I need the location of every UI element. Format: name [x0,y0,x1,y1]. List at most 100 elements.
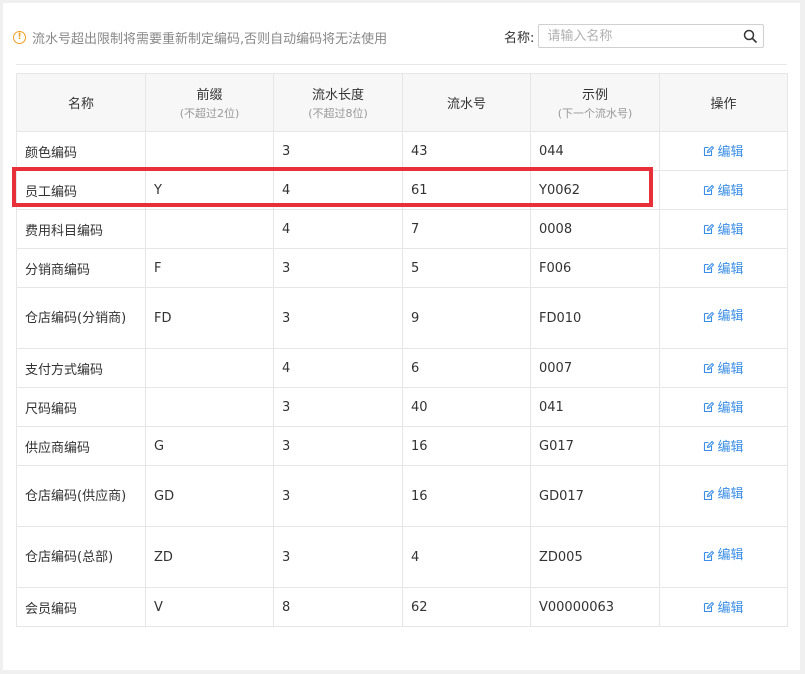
cell-example: ZD005 [530,526,660,588]
edit-label: 编辑 [717,487,744,503]
cell-name: 会员编码 [16,587,146,627]
cell-action: 编辑 [659,426,788,466]
edit-button[interactable]: 编辑 [703,219,744,238]
cell-name: 颜色编码 [16,131,146,171]
edit-button[interactable]: 编辑 [703,141,744,161]
cell-serial: 61 [402,170,531,210]
table-row: 尺码编码 3 40 041 编辑 [16,387,788,427]
cell-serial: 16 [402,465,531,527]
cell-serial: 6 [402,348,531,388]
cell-example: G017 [530,426,660,466]
cell-action: 编辑 [659,170,788,210]
cell-name: 分销商编码 [16,248,146,288]
cell-serial: 40 [402,387,531,427]
cell-prefix: V [145,587,274,627]
search-icon[interactable] [737,25,763,47]
cell-prefix [145,131,274,171]
edit-icon [703,440,715,452]
cell-serial: 5 [402,248,531,288]
search-box [538,24,765,48]
cell-serial: 7 [402,209,531,249]
cell-length: 3 [273,465,403,527]
edit-icon [703,489,715,501]
cell-example: 041 [530,387,660,427]
cell-length: 3 [273,287,403,349]
cell-action: 编辑 [659,587,788,627]
cell-prefix: F [145,248,274,288]
edit-icon [703,262,715,274]
header-name: 名称 [16,73,146,132]
edit-icon [703,311,715,323]
cell-name: 供应商编码 [16,426,146,466]
header-prefix-note: (不超过2位) [179,107,240,120]
cell-example: F006 [530,248,660,288]
edit-label: 编辑 [717,184,744,200]
edit-button[interactable]: 编辑 [703,258,744,278]
edit-button[interactable]: 编辑 [703,397,744,417]
table-row: 支付方式编码 4 6 0007 编辑 [16,348,788,388]
code-rules-table: 名称 前缀 (不超过2位) 流水长度 (不超过8位) 流水号 示例 (下一个流水… [16,73,788,627]
edit-label: 编辑 [717,309,744,325]
cell-length: 4 [273,209,403,249]
cell-prefix [145,387,274,427]
header-prefix: 前缀 (不超过2位) [145,73,274,132]
edit-icon [703,601,715,613]
cell-name: 费用科目编码 [16,209,146,249]
name-search: 名称: [504,24,765,48]
cell-action: 编辑 [659,348,788,388]
cell-name: 仓店编码(总部) [16,526,146,588]
cell-prefix [145,348,274,388]
cell-name: 仓店编码(分销商) [16,287,146,349]
edit-label: 编辑 [717,262,744,278]
edit-button[interactable]: 编辑 [703,358,744,378]
edit-label: 编辑 [717,145,744,161]
warning-circle-icon: ! [13,30,26,44]
cell-prefix [145,209,274,249]
table-row: 费用科目编码 4 7 0008 编辑 [16,209,788,249]
cell-length: 3 [273,248,403,288]
edit-label: 编辑 [717,548,744,564]
cell-example: FD010 [530,287,660,349]
cell-example: 0007 [530,348,660,388]
cell-name: 尺码编码 [16,387,146,427]
cell-action: 编辑 [659,287,788,349]
edit-button[interactable]: 编辑 [703,180,744,200]
table-row: 分销商编码 F 3 5 F006 编辑 [16,248,788,288]
table-header-row: 名称 前缀 (不超过2位) 流水长度 (不超过8位) 流水号 示例 (下一个流水… [16,73,788,132]
table-row: 仓店编码(分销商) FD 3 9 FD010 编辑 [16,287,788,349]
cell-name: 仓店编码(供应商) [16,465,146,527]
cell-serial: 4 [402,526,531,588]
edit-label: 编辑 [717,601,744,617]
edit-button[interactable]: 编辑 [703,597,744,617]
header-divider [16,64,787,65]
edit-button[interactable]: 编辑 [703,306,744,327]
cell-length: 4 [273,170,403,210]
cell-serial: 43 [402,131,531,171]
cell-prefix: FD [145,287,274,349]
header-example-note: (下一个流水号) [557,107,633,120]
cell-prefix: ZD [145,526,274,588]
cell-action: 编辑 [659,131,788,171]
edit-icon [703,145,715,157]
table-row: 仓店编码(总部) ZD 3 4 ZD005 编辑 [16,526,788,588]
edit-button[interactable]: 编辑 [703,436,744,455]
cell-length: 3 [273,526,403,588]
search-label: 名称: [504,30,535,46]
edit-button[interactable]: 编辑 [703,545,744,566]
cell-example: V00000063 [530,587,660,627]
header-length-note: (不超过8位) [308,107,368,120]
search-input[interactable] [539,26,738,46]
edit-button[interactable]: 编辑 [703,484,744,505]
edit-icon [703,184,715,196]
cell-serial: 16 [402,426,531,466]
cell-example: GD017 [530,465,660,527]
header-length: 流水长度 (不超过8位) [273,73,403,132]
cell-name: 支付方式编码 [16,348,146,388]
serial-limit-notice: ! 流水号超出限制将需要重新制定编码,否则自动编码将无法使用 [13,27,387,47]
edit-label: 编辑 [717,362,744,378]
edit-icon [703,401,715,413]
edit-label: 编辑 [717,401,744,417]
cell-name: 员工编码 [16,170,146,210]
table-row: 会员编码 V 8 62 V00000063 编辑 [16,587,788,627]
table-row: 供应商编码 G 3 16 G017 编辑 [16,426,788,466]
